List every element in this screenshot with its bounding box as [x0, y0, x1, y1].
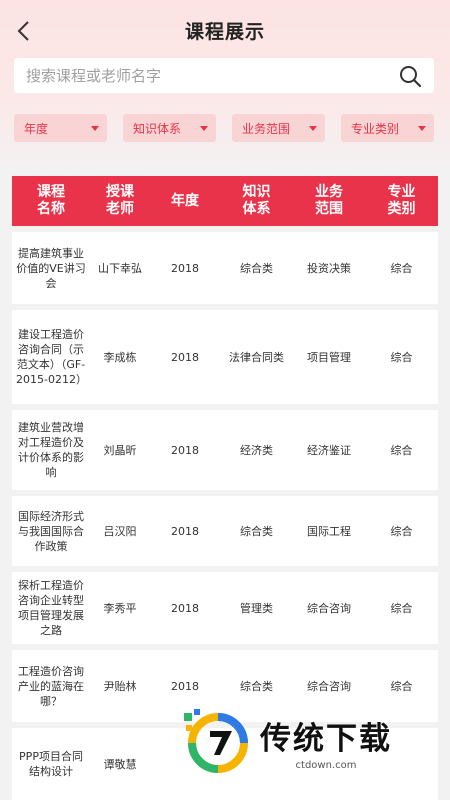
cell-business-scope: 投资决策 — [307, 262, 351, 275]
cell-category: 综合 — [390, 351, 413, 364]
table-row[interactable]: 国际经济形式与我国国际合作政策 吕汉阳 2018 综合类 国际工程 综合 — [12, 496, 438, 566]
cell-knowledge-system: 综合类 — [240, 262, 273, 275]
filter-professional-category[interactable]: 专业类别 — [341, 114, 434, 142]
filter-year[interactable]: 年度 — [14, 114, 107, 142]
search-input[interactable] — [26, 66, 398, 85]
cell-course-name: PPP项目合同结构设计 — [19, 750, 83, 778]
column-header-year: 年度 — [171, 192, 199, 209]
cell-business-scope: 综合咨询 — [307, 602, 351, 615]
watermark: 传统下载 ctdown.com — [180, 704, 420, 780]
filter-knowledge-system[interactable]: 知识体系 — [123, 114, 216, 142]
filter-label: 知识体系 — [133, 121, 182, 136]
caret-down-icon — [418, 125, 426, 131]
cell-year: 2018 — [171, 524, 199, 538]
cell-knowledge-system: 法律合同类 — [229, 351, 284, 364]
cell-business-scope: 国际工程 — [307, 525, 351, 538]
watermark-title: 传统下载 — [260, 721, 392, 757]
caret-down-icon — [91, 125, 99, 131]
filter-label: 专业类别 — [351, 121, 400, 136]
top-bar: 课程展示 — [0, 0, 450, 60]
table-header: 课程 名称 授课 老师 年度 知识 体系 业务 范围 专业 类别 — [12, 176, 438, 226]
page-title: 课程展示 — [184, 20, 265, 43]
cell-course-name: 建筑业营改增对工程造价及计价体系的影响 — [18, 421, 84, 479]
watermark-logo-icon — [184, 709, 248, 773]
cell-knowledge-system: 综合类 — [240, 525, 273, 538]
cell-course-name: 提高建筑事业价值的VE讲习会 — [16, 246, 86, 290]
cell-year: 2018 — [171, 443, 199, 457]
cell-category: 综合 — [390, 262, 413, 275]
cell-category: 综合 — [390, 444, 413, 457]
cell-teacher: 尹贻林 — [103, 680, 137, 693]
chevron-left-icon — [17, 21, 29, 41]
cell-course-name: 探析工程造价咨询企业转型项目管理发展之路 — [18, 579, 84, 637]
cell-year: 2018 — [171, 350, 199, 364]
column-header-category: 专业 类别 — [387, 184, 416, 217]
filter-business-scope[interactable]: 业务范围 — [232, 114, 325, 142]
filter-label: 年度 — [24, 121, 49, 136]
search-icon[interactable] — [398, 64, 422, 88]
cell-business-scope: 项目管理 — [307, 351, 351, 364]
column-header-teacher: 授课 老师 — [106, 184, 134, 217]
search-bar[interactable] — [14, 58, 434, 93]
cell-business-scope: 经济鉴证 — [307, 444, 351, 457]
watermark-text: 传统下载 ctdown.com — [260, 713, 392, 771]
caret-down-icon — [309, 125, 317, 131]
column-header-course-name: 课程 名称 — [37, 184, 65, 217]
cell-category: 综合 — [390, 525, 413, 538]
filter-label: 业务范围 — [242, 121, 291, 136]
cell-course-name: 建设工程造价咨询合同（示范文本）（GF-2015-0212） — [16, 328, 87, 386]
table-row[interactable]: 探析工程造价咨询企业转型项目管理发展之路 李秀平 2018 管理类 综合咨询 综… — [12, 572, 438, 644]
table-row[interactable]: 提高建筑事业价值的VE讲习会 山下幸弘 2018 综合类 投资决策 综合 — [12, 232, 438, 304]
cell-teacher: 吕汉阳 — [103, 525, 137, 538]
table-row[interactable]: 建设工程造价咨询合同（示范文本）（GF-2015-0212） 李成栋 2018 … — [12, 310, 438, 404]
column-header-knowledge-system: 知识 体系 — [242, 184, 271, 217]
cell-teacher: 谭敬慧 — [103, 758, 137, 771]
back-button[interactable] — [10, 16, 36, 46]
caret-down-icon — [200, 125, 208, 131]
cell-year: 2018 — [171, 601, 199, 615]
filter-bar: 年度 知识体系 业务范围 专业类别 — [14, 114, 434, 142]
cell-category: 综合 — [390, 602, 413, 615]
cell-teacher: 山下幸弘 — [98, 262, 142, 275]
cell-course-name: 工程造价咨询产业的蓝海在哪？ — [18, 664, 84, 708]
column-header-business-scope: 业务 范围 — [315, 184, 343, 217]
cell-teacher: 刘晶昕 — [103, 444, 137, 457]
cell-knowledge-system: 管理类 — [240, 602, 273, 615]
table-row[interactable]: 建筑业营改增对工程造价及计价体系的影响 刘晶昕 2018 经济类 经济鉴证 综合 — [12, 410, 438, 490]
cell-teacher: 李秀平 — [103, 602, 137, 615]
cell-year: 2018 — [171, 261, 199, 275]
cell-knowledge-system: 经济类 — [240, 444, 273, 457]
cell-course-name: 国际经济形式与我国国际合作政策 — [18, 509, 84, 553]
cell-teacher: 李成栋 — [103, 351, 137, 364]
watermark-url: ctdown.com — [295, 760, 357, 771]
